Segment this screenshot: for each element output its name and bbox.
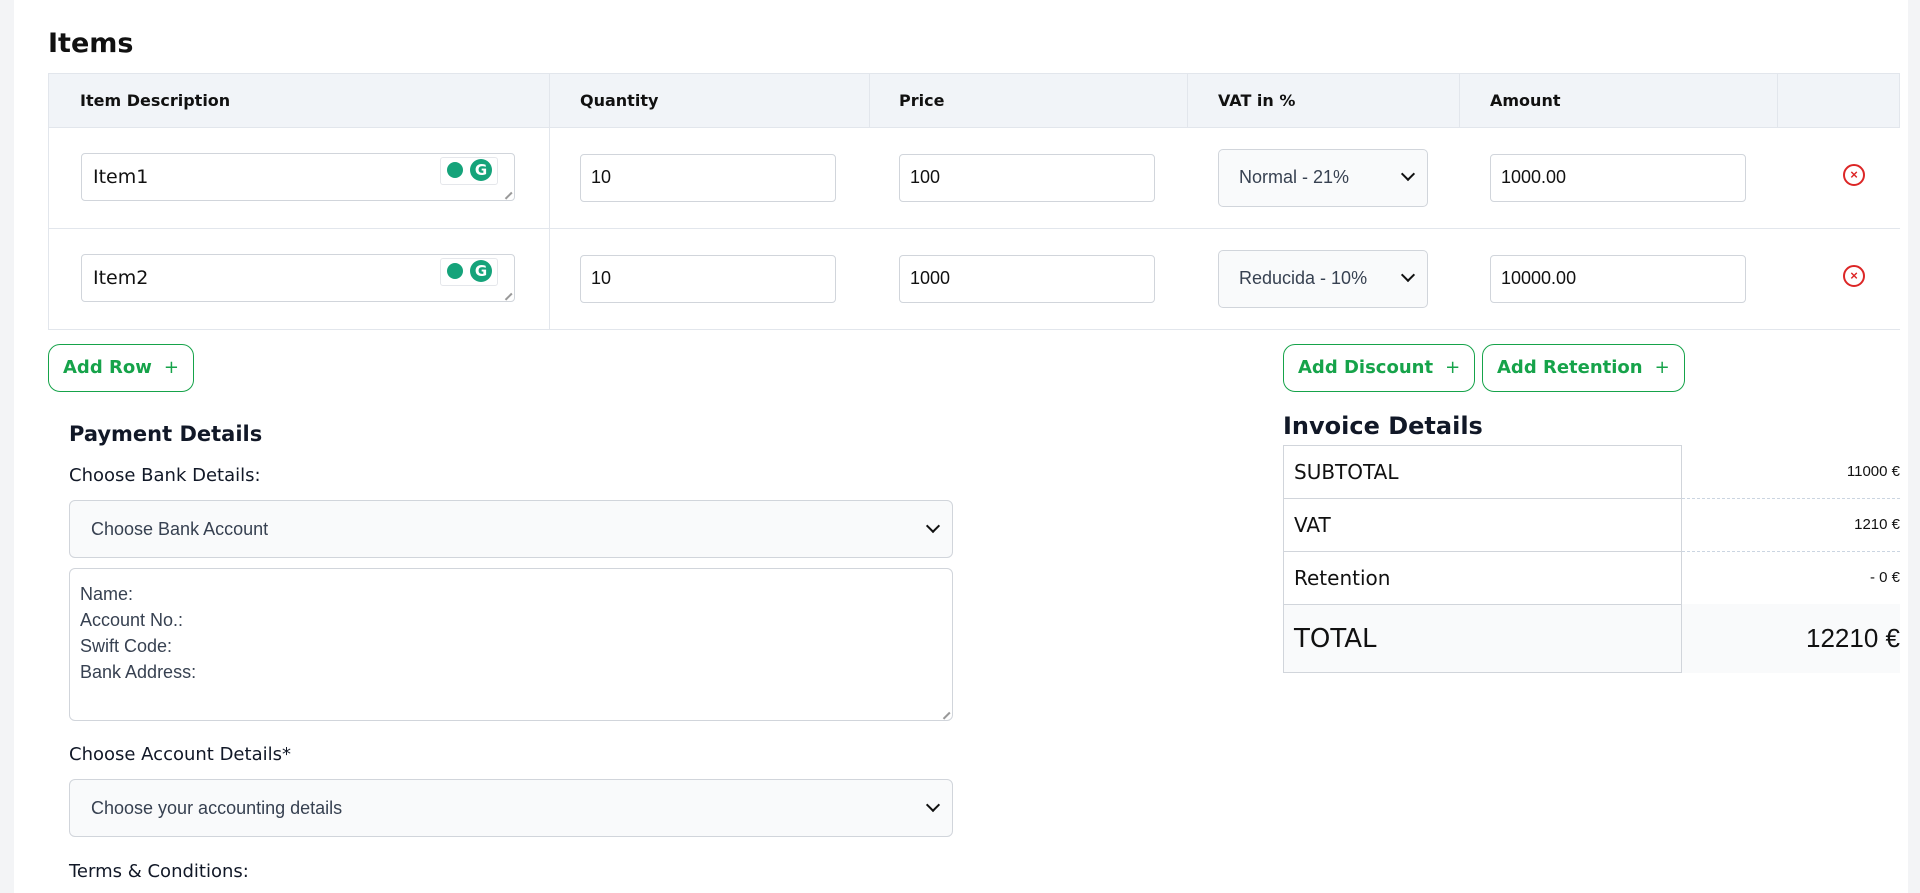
- add-discount-label: Add Discount: [1298, 357, 1434, 378]
- price-input[interactable]: 1000: [899, 255, 1155, 303]
- bank-name-line: Name:: [80, 584, 134, 604]
- quantity-input[interactable]: 10: [580, 154, 836, 202]
- bank-account-select-value: Choose Bank Account: [91, 519, 269, 539]
- account-details-select-value: Choose your accounting details: [91, 798, 343, 818]
- add-retention-label: Add Retention: [1497, 357, 1643, 378]
- add-row-button[interactable]: Add Row +: [48, 344, 194, 392]
- table-row: Item1 G 10 100 Normal - 21% 1000.00 ×: [48, 128, 1900, 229]
- invoice-form-card: Items Item Description Quantity Price VA…: [14, 0, 1908, 893]
- vat-select[interactable]: Reducida - 10%: [1218, 250, 1428, 308]
- table-header: Item Description Quantity Price VAT in %…: [48, 73, 1900, 128]
- table-row: Item2 G 10 1000 Reducida - 10% 10000.00 …: [48, 229, 1900, 330]
- plus-icon: +: [1654, 357, 1670, 378]
- amount-input[interactable]: 10000.00: [1490, 255, 1746, 303]
- grammarly-widget[interactable]: G: [440, 157, 498, 185]
- subtotal-label: SUBTOTAL: [1283, 445, 1682, 498]
- price-input[interactable]: 100: [899, 154, 1155, 202]
- item-description-value: Item1: [93, 166, 149, 188]
- header-item-description: Item Description: [80, 91, 231, 110]
- account-details-select[interactable]: Choose your accounting details: [69, 779, 953, 837]
- add-row-label: Add Row: [63, 357, 152, 378]
- chevron-down-icon: [925, 797, 941, 813]
- bank-account-select[interactable]: Choose Bank Account: [69, 500, 953, 558]
- retention-value: - 0 €: [1682, 551, 1900, 605]
- lightbulb-icon[interactable]: [447, 263, 463, 279]
- subtotal-row: SUBTOTAL 11000 €: [1283, 445, 1900, 499]
- retention-label: Retention: [1283, 551, 1682, 604]
- account-number-line: Account No.:: [80, 610, 184, 630]
- item-description-input[interactable]: Item2 G: [81, 254, 515, 302]
- amount-input[interactable]: 1000.00: [1490, 154, 1746, 202]
- remove-row-icon[interactable]: ×: [1843, 265, 1865, 287]
- vat-value: 1210 €: [1682, 498, 1900, 552]
- total-value: 12210 €: [1806, 623, 1900, 653]
- remove-row-icon[interactable]: ×: [1843, 164, 1865, 186]
- bank-details-label: Choose Bank Details:: [69, 465, 261, 486]
- invoice-totals-table: SUBTOTAL 11000 € VAT 1210 € Retention - …: [1283, 445, 1900, 673]
- lightbulb-icon[interactable]: [447, 162, 463, 178]
- chevron-down-icon: [925, 518, 941, 534]
- payment-details-title: Payment Details: [69, 422, 263, 446]
- vat-select-value: Reducida - 10%: [1239, 268, 1368, 288]
- add-discount-button[interactable]: Add Discount +: [1283, 344, 1476, 392]
- vat-row: VAT 1210 €: [1283, 498, 1900, 552]
- bank-address-line: Bank Address:: [80, 662, 197, 682]
- quantity-input[interactable]: 10: [580, 255, 836, 303]
- bank-details-textarea[interactable]: Name: Account No.: Swift Code: Bank Addr…: [69, 568, 953, 721]
- vat-label: VAT: [1283, 498, 1682, 551]
- plus-icon: +: [1445, 357, 1461, 378]
- swift-code-line: Swift Code:: [80, 636, 173, 656]
- plus-icon: +: [163, 357, 179, 378]
- header-price: Price: [899, 91, 945, 110]
- resize-handle-icon[interactable]: [936, 705, 951, 720]
- grammarly-icon[interactable]: G: [470, 159, 492, 181]
- item-description-value: Item2: [93, 267, 149, 289]
- total-label: TOTAL: [1283, 604, 1682, 673]
- grammarly-widget[interactable]: G: [440, 258, 498, 286]
- grammarly-icon[interactable]: G: [470, 260, 492, 282]
- item-description-input[interactable]: Item1 G: [81, 153, 515, 201]
- total-row: TOTAL 12210 €: [1283, 604, 1900, 673]
- subtotal-value: 11000 €: [1682, 445, 1900, 499]
- resize-handle-icon[interactable]: [498, 286, 513, 301]
- terms-label: Terms & Conditions:: [69, 861, 249, 882]
- account-details-label: Choose Account Details*: [69, 744, 291, 765]
- items-section-title: Items: [48, 28, 134, 59]
- chevron-down-icon: [1400, 267, 1416, 283]
- header-quantity: Quantity: [580, 91, 659, 110]
- chevron-down-icon: [1400, 166, 1416, 182]
- vat-select-value: Normal - 21%: [1239, 167, 1350, 187]
- items-table: Item Description Quantity Price VAT in %…: [48, 73, 1900, 330]
- header-vat: VAT in %: [1218, 91, 1296, 110]
- header-amount: Amount: [1490, 91, 1561, 110]
- retention-row: Retention - 0 €: [1283, 551, 1900, 605]
- add-retention-button[interactable]: Add Retention +: [1482, 344, 1685, 392]
- invoice-details-title: Invoice Details: [1283, 412, 1483, 440]
- resize-handle-icon[interactable]: [498, 185, 513, 200]
- vat-select[interactable]: Normal - 21%: [1218, 149, 1428, 207]
